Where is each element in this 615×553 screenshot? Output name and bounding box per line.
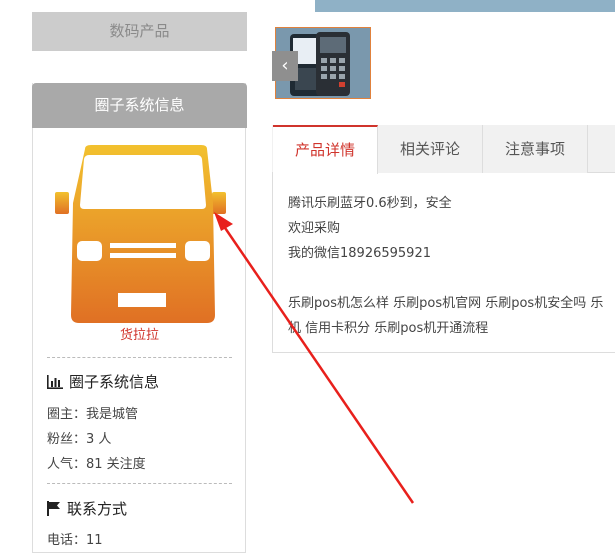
bar-chart-icon xyxy=(47,375,63,389)
stats-title-text: 圈子系统信息 xyxy=(69,373,160,391)
stats-section-title: 圈子系统信息 xyxy=(47,371,159,392)
tab-notes[interactable]: 注意事项 xyxy=(483,125,588,173)
product-main-image[interactable] xyxy=(315,0,615,12)
sidebar-header: 圈子系统信息 xyxy=(32,83,247,128)
divider xyxy=(47,357,232,358)
van-icon[interactable] xyxy=(55,145,230,323)
flag-icon xyxy=(47,501,60,516)
detail-keywords: 机 信用卡积分 乐刷pos机开通流程 xyxy=(288,321,489,336)
detail-line: 我的微信18926595921 xyxy=(288,246,431,261)
tab-comments[interactable]: 相关评论 xyxy=(378,125,483,173)
detail-line: 欢迎采购 xyxy=(288,221,341,236)
contact-title-text: 联系方式 xyxy=(67,500,128,518)
fans-info: 粉丝：3 人 xyxy=(47,432,112,447)
popularity-info: 人气：81 关注度 xyxy=(47,457,146,472)
contact-section-title: 联系方式 xyxy=(47,498,127,519)
divider xyxy=(47,483,232,484)
chevron-left-icon[interactable]: ‹ xyxy=(272,51,298,81)
category-button[interactable]: 数码产品 xyxy=(32,12,247,51)
van-label[interactable]: 货拉拉 xyxy=(32,324,247,343)
tab-product-details[interactable]: 产品详情 xyxy=(273,125,378,174)
phone-info: 电话：11 xyxy=(47,533,103,548)
detail-line: 腾讯乐刷蓝牙0.6秒到，安全 xyxy=(288,196,452,211)
detail-keywords: 乐刷pos机怎么样 乐刷pos机官网 乐刷pos机安全吗 乐 xyxy=(288,296,604,311)
owner-info: 圈主：我是城管 xyxy=(47,407,139,422)
